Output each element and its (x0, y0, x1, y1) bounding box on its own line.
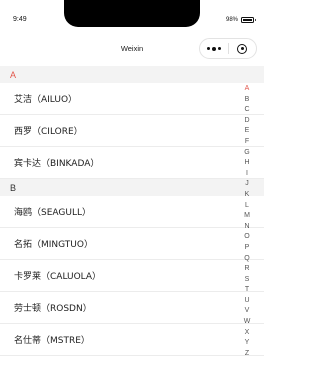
index-letter-t[interactable]: T (241, 285, 253, 296)
alphabet-index-bar[interactable]: ABCDEFGHIJKLMNOPQRSTUVWXYZ (241, 84, 253, 359)
list-item[interactable]: 名仕蒂（MSTRE） (0, 324, 264, 356)
section-header-b: B (0, 179, 264, 196)
list-item[interactable]: 宾卡达（BINKADA） (0, 147, 264, 179)
status-bar: 9:49 98% (0, 0, 264, 30)
status-time: 9:49 (13, 16, 27, 23)
index-letter-h[interactable]: H (241, 158, 253, 169)
mini-program-close-icon[interactable] (229, 39, 256, 58)
index-letter-d[interactable]: D (241, 116, 253, 127)
index-letter-y[interactable]: Y (241, 338, 253, 349)
device-notch (64, 0, 200, 27)
index-letter-p[interactable]: P (241, 243, 253, 254)
index-letter-f[interactable]: F (241, 137, 253, 148)
phone-screen: 9:49 98% Weixin A 艾洁（AILUO） 西罗（CILORE） 宾卡达（… (0, 0, 264, 365)
index-letter-m[interactable]: M (241, 211, 253, 222)
list-item[interactable]: 劳士顿（ROSDN） (0, 292, 264, 324)
section-header-a: A (0, 66, 264, 83)
brand-list: A 艾洁（AILUO） 西罗（CILORE） 宾卡达（BINKADA） B 海鸥（SEAG… (0, 66, 264, 365)
battery-status: 98% (225, 15, 256, 24)
battery-icon (241, 16, 256, 23)
index-letter-z[interactable]: Z (241, 349, 253, 360)
index-letter-o[interactable]: O (241, 232, 253, 243)
list-item[interactable]: 艾洁（AILUO） (0, 83, 264, 115)
mini-program-capsule (199, 38, 257, 59)
list-item[interactable]: 卡罗莱（CALUOLA） (0, 260, 264, 292)
nav-bar: Weixin (0, 32, 264, 66)
list-item[interactable]: 西罗（CILORE） (0, 115, 264, 147)
index-letter-w[interactable]: W (241, 317, 253, 328)
index-letter-k[interactable]: K (241, 190, 253, 201)
index-letter-x[interactable]: X (241, 328, 253, 339)
index-letter-j[interactable]: J (241, 179, 253, 190)
list-item[interactable]: 海鸥（SEAGULL） (0, 196, 264, 228)
battery-percent: 98% (225, 16, 238, 23)
index-letter-l[interactable]: L (241, 201, 253, 212)
index-letter-i[interactable]: I (241, 169, 253, 180)
index-letter-r[interactable]: R (241, 264, 253, 275)
index-letter-q[interactable]: Q (241, 254, 253, 265)
index-letter-n[interactable]: N (241, 222, 253, 233)
index-letter-u[interactable]: U (241, 296, 253, 307)
index-letter-a[interactable]: A (241, 84, 253, 95)
more-dots-icon[interactable] (200, 39, 228, 58)
index-letter-g[interactable]: G (241, 148, 253, 159)
index-letter-s[interactable]: S (241, 275, 253, 286)
index-letter-b[interactable]: B (241, 95, 253, 106)
index-letter-c[interactable]: C (241, 105, 253, 116)
index-letter-e[interactable]: E (241, 126, 253, 137)
list-item[interactable]: 名拓（MINGTUO） (0, 228, 264, 260)
index-letter-v[interactable]: V (241, 306, 253, 317)
